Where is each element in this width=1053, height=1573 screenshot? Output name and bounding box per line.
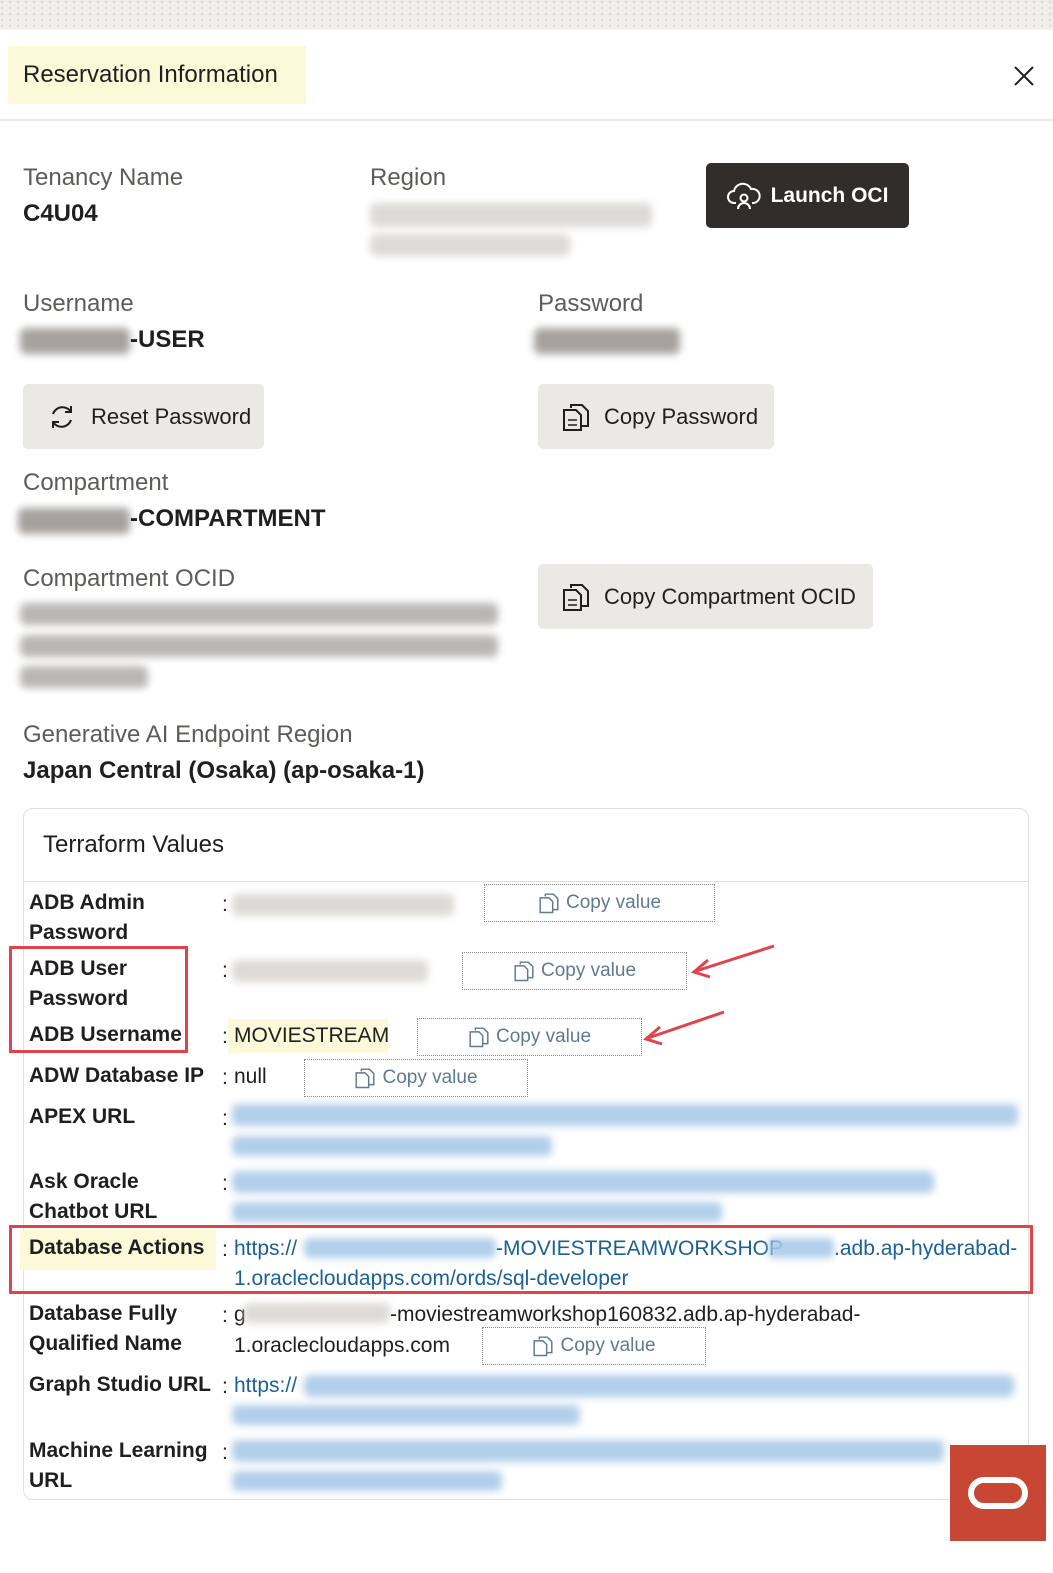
apex-url-redacted-line2[interactable] xyxy=(232,1136,552,1156)
genai-region-label: Generative AI Endpoint Region xyxy=(23,721,353,748)
refresh-icon xyxy=(52,405,72,428)
tf-colon: : xyxy=(222,1172,228,1195)
region-value-redacted xyxy=(370,203,652,227)
tf-label-apex-url: APEX URL xyxy=(29,1105,136,1128)
region-value-redacted-line2 xyxy=(370,234,570,256)
close-button[interactable] xyxy=(1008,60,1040,92)
annotation-box-adb-credentials xyxy=(9,946,188,1053)
copy-adb-admin-password-button[interactable]: Copy value xyxy=(484,884,715,922)
genai-region-value: Japan Central (Osaka) (ap-osaka-1) xyxy=(23,757,425,784)
copy-value-label: Copy value xyxy=(560,1335,656,1356)
tf-colon: : xyxy=(222,1304,228,1327)
copy-db-fqn-button[interactable]: Copy value xyxy=(482,1327,706,1365)
tf-label-machine-learning-url: Machine Learning URL xyxy=(29,1439,208,1492)
compartment-label: Compartment xyxy=(23,469,169,496)
region-label: Region xyxy=(370,164,447,191)
tf-colon: : xyxy=(222,1375,228,1398)
dialog-header: Reservation Information xyxy=(0,30,1053,121)
tf-colon: : xyxy=(222,1107,228,1130)
db-fqn-value-tail: -moviestreamworkshop160832.adb.ap-hydera… xyxy=(390,1303,861,1326)
copy-icon xyxy=(563,403,589,431)
copy-password-label: Copy Password xyxy=(604,403,759,429)
compartment-ocid-redacted-line1 xyxy=(20,603,498,625)
tf-colon: : xyxy=(222,893,228,916)
copy-icon xyxy=(514,961,534,982)
tf-label-graph-studio-url: Graph Studio URL xyxy=(29,1373,211,1396)
apex-url-redacted-line1[interactable] xyxy=(232,1104,1018,1126)
username-label: Username xyxy=(23,290,134,317)
copy-icon xyxy=(563,583,589,611)
adb-username-value: MOVIESTREAM xyxy=(234,1024,390,1047)
copy-icon xyxy=(539,893,559,914)
machine-learning-url-redacted-line2[interactable] xyxy=(232,1471,502,1491)
compartment-suffix: -COMPARTMENT xyxy=(130,505,326,532)
username-redacted xyxy=(20,328,130,354)
tf-label-database-fully-qualified-name: Database Fully Qualified Name xyxy=(29,1302,182,1355)
db-fqn-value-line2: 1.oraclecloudapps.com xyxy=(234,1334,450,1357)
cloud-user-icon xyxy=(726,182,761,209)
copy-value-label: Copy value xyxy=(382,1067,478,1088)
adw-database-ip-value: null xyxy=(234,1065,267,1088)
annotation-box-database-actions xyxy=(9,1225,1033,1294)
copy-adb-username-button[interactable]: Copy value xyxy=(417,1018,642,1056)
copy-value-label: Copy value xyxy=(565,892,662,913)
close-icon xyxy=(1014,66,1034,86)
copy-adb-user-password-button[interactable]: Copy value xyxy=(462,952,687,990)
copy-icon xyxy=(469,1027,489,1048)
tf-label-adb-admin-password: ADB Admin Password xyxy=(29,891,145,944)
launch-oci-button[interactable]: Launch OCI xyxy=(706,163,909,228)
adb-user-password-redacted xyxy=(232,960,428,982)
ask-oracle-chatbot-url-redacted-line2[interactable] xyxy=(232,1202,722,1222)
copy-value-label: Copy value xyxy=(495,1026,592,1047)
password-label: Password xyxy=(538,290,644,317)
machine-learning-url-redacted-line1[interactable] xyxy=(232,1440,944,1462)
tenancy-name-value: C4U04 xyxy=(23,200,98,227)
copy-icon xyxy=(355,1068,376,1089)
db-fqn-redacted xyxy=(244,1303,390,1323)
compartment-redacted xyxy=(18,508,130,534)
reset-password-label: Reset Password xyxy=(91,403,252,429)
launch-oci-label: Launch OCI xyxy=(770,183,889,207)
top-background-strip xyxy=(0,0,1053,30)
tf-label-ask-oracle-chatbot-url: Ask Oracle Chatbot URL xyxy=(29,1170,158,1223)
compartment-ocid-label: Compartment OCID xyxy=(23,565,236,592)
password-redacted xyxy=(534,328,680,354)
adb-admin-password-redacted xyxy=(232,894,454,916)
reset-password-button[interactable]: Reset Password xyxy=(23,384,264,449)
graph-studio-url-redacted-line2[interactable] xyxy=(232,1405,580,1425)
tenancy-name-label: Tenancy Name xyxy=(23,164,184,191)
oracle-logo-icon xyxy=(968,1477,1028,1509)
tf-colon: : xyxy=(222,1025,228,1048)
tf-colon: : xyxy=(222,959,228,982)
graph-studio-url-redacted-line1[interactable] xyxy=(304,1375,1014,1397)
copy-compartment-ocid-button[interactable]: Copy Compartment OCID xyxy=(538,564,873,629)
copy-password-button[interactable]: Copy Password xyxy=(538,384,774,449)
tf-label-adw-database-ip: ADW Database IP xyxy=(29,1064,205,1087)
username-suffix: -USER xyxy=(130,326,205,353)
tf-colon: : xyxy=(222,1066,228,1089)
copy-value-label: Copy value xyxy=(540,960,637,981)
tf-colon: : xyxy=(222,1441,228,1464)
compartment-ocid-redacted-line3 xyxy=(20,666,148,688)
annotation-arrow-1 xyxy=(690,944,775,979)
copy-icon xyxy=(533,1336,554,1357)
copy-compartment-ocid-label: Copy Compartment OCID xyxy=(604,583,856,609)
annotation-arrow-2 xyxy=(642,1010,725,1046)
dialog-title: Reservation Information xyxy=(8,46,306,104)
terraform-divider xyxy=(24,881,1028,882)
compartment-ocid-redacted-line2 xyxy=(20,635,498,657)
ask-oracle-chatbot-url-redacted-line1[interactable] xyxy=(232,1171,934,1193)
terraform-values-title: Terraform Values xyxy=(43,831,224,858)
copy-adw-database-ip-button[interactable]: Copy value xyxy=(304,1059,528,1097)
oracle-help-button[interactable] xyxy=(950,1445,1046,1541)
graph-studio-url-prefix[interactable]: https:// xyxy=(234,1371,297,1401)
